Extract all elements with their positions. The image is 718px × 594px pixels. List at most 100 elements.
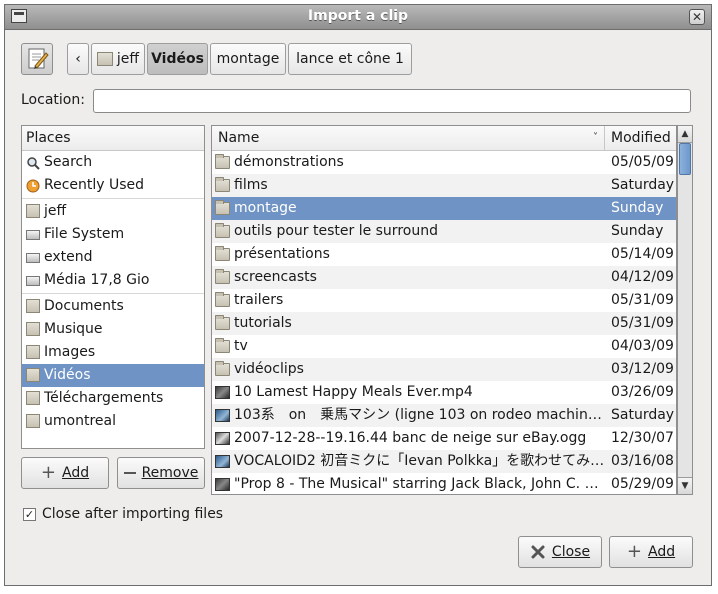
file-name: 10 Lamest Happy Meals Ever.mp4 (234, 384, 473, 400)
file-name-cell: 103系 on 乗馬マシン (ligne 103 on rodeo machin… (212, 404, 605, 427)
column-modified-header[interactable]: Modified (605, 126, 676, 150)
file-name-cell: 2007-12-28--19.16.44 banc de neige sur e… (212, 427, 605, 450)
places-list: Search Recently Used jeff File System extend… (22, 151, 204, 433)
places-header[interactable]: Places (22, 126, 204, 151)
remove-bookmark-button[interactable]: Remove (117, 457, 205, 489)
file-row[interactable]: montage Sunday (212, 197, 676, 220)
folder-icon (26, 414, 40, 428)
file-name-cell: outils pour tester le surround (212, 220, 605, 243)
import-dialog: Import a clip ✕ ‹ jeff Vidéos montage la… (4, 4, 712, 586)
place-item[interactable]: Documents (22, 295, 204, 318)
scrollbar-thumb[interactable] (679, 143, 691, 175)
file-name: vidéoclips (234, 361, 304, 377)
file-name: démonstrations (234, 154, 344, 170)
file-name: tutorials (234, 315, 292, 331)
file-row[interactable]: screencasts 04/12/09 (212, 266, 676, 289)
file-row[interactable]: 10 Lamest Happy Meals Ever.mp4 03/26/09 (212, 381, 676, 404)
folder-icon (215, 361, 230, 376)
file-row[interactable]: films Saturday (212, 174, 676, 197)
scroll-down-icon[interactable]: ▼ (678, 477, 692, 494)
file-row[interactable]: 2007-12-28--19.16.44 banc de neige sur e… (212, 427, 676, 450)
file-modified: Sunday (611, 200, 664, 216)
file-row[interactable]: tutorials 05/31/09 (212, 312, 676, 335)
place-label: Téléchargements (44, 390, 164, 406)
scroll-up-icon[interactable]: ▲ (678, 126, 692, 143)
place-label: Images (44, 344, 96, 360)
file-name: screencasts (234, 269, 317, 285)
places-separator (22, 198, 204, 199)
location-input[interactable] (93, 89, 691, 113)
file-name-cell: screencasts (212, 266, 605, 289)
place-item[interactable]: Recently Used (22, 174, 204, 197)
path-back-button[interactable]: ‹ (67, 43, 89, 75)
file-modified: Saturday (611, 177, 675, 193)
place-item[interactable]: Téléchargements (22, 387, 204, 410)
crumb-lance-et-cone[interactable]: lance et cône 1 (288, 43, 412, 75)
title-bar: Import a clip ✕ (5, 5, 711, 30)
file-list-scrollbar[interactable]: ▲ ▼ (677, 125, 693, 495)
file-modified: 05/31/09 (611, 315, 674, 331)
crumb-label: lance et cône 1 (296, 51, 404, 67)
sort-chevron-icon: ˅ (593, 132, 598, 143)
file-row[interactable]: VOCALOID2 初音ミクに「Ievan Polkka」を歌わせてみた(...… (212, 450, 676, 473)
crumb-montage[interactable]: montage (210, 43, 286, 75)
place-item[interactable]: Images (22, 341, 204, 364)
folder-icon (215, 246, 230, 261)
place-item[interactable]: File System (22, 223, 204, 246)
file-row[interactable]: trailers 05/31/09 (212, 289, 676, 312)
file-modified: 04/12/09 (611, 269, 674, 285)
file-modified: 03/16/08 (611, 453, 674, 469)
add-button-label: Add (647, 544, 676, 560)
drive-icon (26, 253, 40, 263)
crumb-videos[interactable]: Vidéos (147, 43, 208, 75)
add-bookmark-button[interactable]: + Add (21, 457, 109, 489)
close-after-option[interactable]: ✓ Close after importing files (23, 506, 223, 522)
place-label: Recently Used (44, 177, 145, 193)
close-after-label: Close after importing files (42, 506, 224, 522)
place-item[interactable]: Média 17,8 Gio (22, 269, 204, 292)
folder-icon (215, 177, 230, 192)
add-button[interactable]: + Add (609, 536, 693, 568)
file-row[interactable]: vidéoclips 03/12/09 (212, 358, 676, 381)
folder-icon (215, 338, 230, 353)
file-name-cell: tutorials (212, 312, 605, 335)
close-after-checkbox[interactable]: ✓ (23, 507, 36, 521)
crumb-home[interactable]: jeff (91, 43, 145, 75)
search-icon (26, 155, 40, 170)
file-name-cell: films (212, 174, 605, 197)
file-name: films (234, 177, 268, 193)
place-item[interactable]: jeff (22, 200, 204, 223)
place-item[interactable]: Musique (22, 318, 204, 341)
column-name-label: Name (218, 130, 260, 146)
crumb-label: montage (216, 51, 280, 67)
file-row[interactable]: démonstrations 05/05/09 (212, 151, 676, 174)
close-window-icon[interactable]: ✕ (689, 9, 705, 25)
type-location-button[interactable] (21, 43, 53, 75)
place-item[interactable]: Search (22, 151, 204, 174)
drive-icon (26, 276, 40, 286)
file-name-cell: vidéoclips (212, 358, 605, 381)
video-thumbnail-icon (215, 386, 230, 399)
file-list: Name ˅ Modified démonstrations 05/05/09 fi… (211, 125, 677, 495)
home-folder-icon (96, 52, 113, 66)
file-row[interactable]: tv 04/03/09 (212, 335, 676, 358)
file-row[interactable]: présentations 05/14/09 (212, 243, 676, 266)
file-modified: Sunday (611, 223, 664, 239)
location-label: Location: (21, 92, 85, 108)
file-row[interactable]: 103系 on 乗馬マシン (ligne 103 on rodeo machin… (212, 404, 676, 427)
file-name: tv (234, 338, 248, 354)
video-thumbnail-icon (215, 432, 230, 445)
place-item[interactable]: Vidéos (22, 364, 204, 387)
folder-icon (26, 368, 40, 382)
file-row[interactable]: "Prop 8 - The Musical" starring Jack Bla… (212, 473, 676, 494)
file-row[interactable]: outils pour tester le surround Sunday (212, 220, 676, 243)
file-modified: 05/14/09 (611, 246, 674, 262)
place-item[interactable]: umontreal (22, 410, 204, 433)
close-button[interactable]: Close (518, 536, 602, 568)
column-name-header[interactable]: Name ˅ (212, 126, 605, 150)
remove-bookmark-label: Remove (141, 465, 199, 481)
folder-icon (26, 345, 40, 359)
place-item[interactable]: extend (22, 246, 204, 269)
folder-icon (215, 315, 230, 330)
file-name-cell: montage (212, 197, 605, 220)
